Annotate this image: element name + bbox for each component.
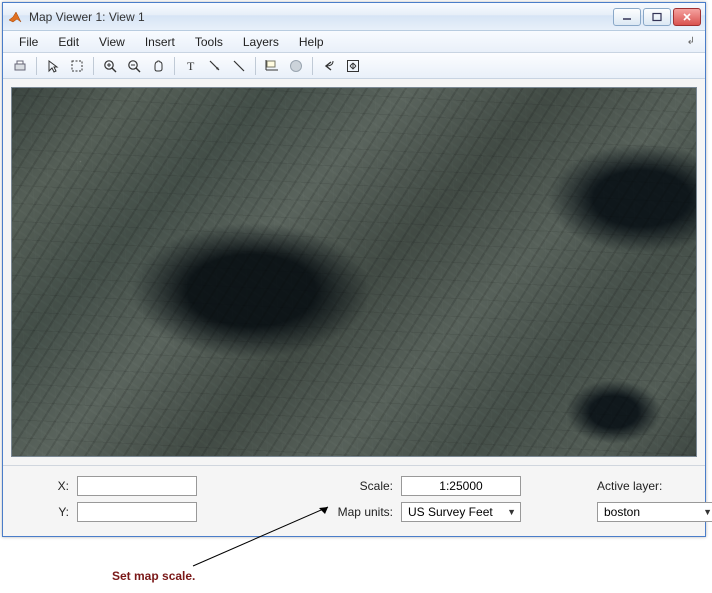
select-area-icon[interactable]: [66, 55, 88, 77]
scale-label: Scale:: [283, 479, 393, 493]
y-label: Y:: [19, 505, 69, 519]
x-field[interactable]: [77, 476, 197, 496]
map-canvas[interactable]: [11, 87, 697, 457]
pan-icon[interactable]: [147, 55, 169, 77]
scale-field[interactable]: [401, 476, 521, 496]
active-layer-label: Active layer:: [597, 479, 712, 493]
map-units-combo[interactable]: US Survey Feet ▼: [401, 502, 521, 522]
insert-text-icon[interactable]: T: [180, 55, 202, 77]
menubar-overflow-icon[interactable]: ↲: [687, 36, 699, 47]
chevron-down-icon: ▼: [703, 507, 712, 517]
zoom-out-icon[interactable]: [123, 55, 145, 77]
svg-text:T: T: [187, 59, 195, 73]
app-window: Map Viewer 1: View 1 File Edit View Inse…: [2, 2, 706, 537]
maximize-button[interactable]: [643, 8, 671, 26]
annotation-text: Set map scale.: [112, 569, 195, 583]
menu-insert[interactable]: Insert: [135, 33, 185, 51]
print-icon[interactable]: [9, 55, 31, 77]
datatip-icon[interactable]: [261, 55, 283, 77]
menu-file[interactable]: File: [9, 33, 48, 51]
zoom-in-icon[interactable]: [99, 55, 121, 77]
toolbar: T: [3, 53, 705, 79]
insert-line-icon[interactable]: [228, 55, 250, 77]
select-arrow-icon[interactable]: [42, 55, 64, 77]
menu-edit[interactable]: Edit: [48, 33, 89, 51]
back-icon[interactable]: [318, 55, 340, 77]
window-title: Map Viewer 1: View 1: [29, 10, 613, 24]
menu-help[interactable]: Help: [289, 33, 334, 51]
window-controls: [613, 8, 701, 26]
y-field[interactable]: [77, 502, 197, 522]
insert-arrow-icon[interactable]: [204, 55, 226, 77]
status-panel: X: Scale: Active layer: Y: Map units: US…: [3, 465, 705, 536]
map-units-value: US Survey Feet: [408, 505, 493, 519]
menu-tools[interactable]: Tools: [185, 33, 233, 51]
menu-layers[interactable]: Layers: [233, 33, 289, 51]
info-icon[interactable]: [285, 55, 307, 77]
titlebar: Map Viewer 1: View 1: [3, 3, 705, 31]
x-label: X:: [19, 479, 69, 493]
active-layer-value: boston: [604, 505, 640, 519]
minimize-button[interactable]: [613, 8, 641, 26]
menu-view[interactable]: View: [89, 33, 135, 51]
annotation-callout: Set map scale.: [0, 539, 712, 589]
active-layer-combo[interactable]: boston ▼: [597, 502, 712, 522]
fit-to-window-icon[interactable]: [342, 55, 364, 77]
matlab-app-icon: [7, 9, 23, 25]
chevron-down-icon: ▼: [507, 507, 516, 517]
map-area: [3, 79, 705, 465]
menubar: File Edit View Insert Tools Layers Help …: [3, 31, 705, 53]
close-button[interactable]: [673, 8, 701, 26]
